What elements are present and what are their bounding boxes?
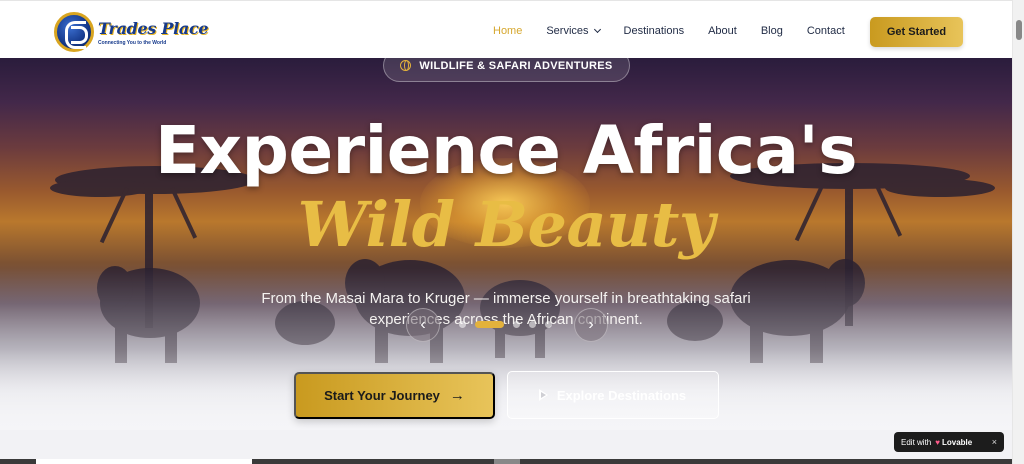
carousel-dot[interactable] — [459, 321, 466, 328]
start-journey-button[interactable]: Start Your Journey → — [294, 372, 495, 419]
start-journey-label: Start Your Journey — [324, 388, 440, 403]
nav-services-label: Services — [546, 25, 589, 37]
carousel-dot[interactable] — [545, 321, 552, 328]
brand-name: Trades Place — [98, 18, 209, 38]
carousel-dot-active[interactable] — [475, 321, 504, 328]
lovable-prefix: Edit with — [901, 437, 932, 447]
nav-services[interactable]: Services — [546, 25, 601, 37]
explore-destinations-button[interactable]: Explore Destinations — [507, 371, 719, 419]
chevron-down-icon — [593, 25, 601, 34]
carousel-next-button[interactable]: › — [574, 308, 608, 342]
taskbar-strip — [0, 459, 1012, 464]
carousel-dot[interactable] — [529, 321, 536, 328]
lovable-heart-icon: ♥ — [935, 437, 940, 447]
taskbar-segment — [36, 459, 252, 464]
carousel-dots — [459, 321, 561, 328]
hero-title-line2: Wild Beauty — [297, 188, 715, 261]
vertical-scrollbar[interactable] — [1012, 0, 1024, 464]
chevron-right-icon: › — [588, 316, 594, 333]
lovable-brand: Lovable — [941, 437, 973, 447]
carousel-prev-button[interactable]: ‹ — [406, 308, 440, 342]
brand-tagline: Connecting You to the World — [98, 39, 167, 46]
category-badge: WILDLIFE & SAFARI ADVENTURES — [383, 49, 630, 82]
taskbar-segment — [494, 459, 520, 464]
arrow-right-icon: → — [449, 387, 465, 404]
hero-title-line1: Experience Africa's — [154, 112, 858, 189]
nav-blog[interactable]: Blog — [761, 25, 783, 37]
lovable-badge[interactable]: Edit with ♥ Lovable × — [894, 432, 1004, 452]
category-badge-label: WILDLIFE & SAFARI ADVENTURES — [419, 59, 613, 72]
get-started-button[interactable]: Get Started — [870, 17, 963, 47]
chevron-left-icon: ‹ — [420, 316, 426, 333]
close-icon[interactable]: × — [992, 437, 997, 447]
nav-home[interactable]: Home — [493, 25, 522, 37]
explore-destinations-label: Explore Destinations — [556, 387, 687, 403]
brand-logo[interactable]: Trades Place Connecting You to the World — [54, 12, 209, 52]
play-icon — [538, 389, 548, 401]
globe-icon — [400, 60, 412, 71]
carousel-dot[interactable] — [513, 321, 520, 328]
nav-contact[interactable]: Contact — [807, 25, 845, 37]
scrollbar-thumb[interactable] — [1016, 20, 1022, 40]
nav-destinations[interactable]: Destinations — [624, 25, 685, 37]
nav-about[interactable]: About — [708, 25, 737, 37]
logo-emblem-icon — [54, 12, 94, 52]
